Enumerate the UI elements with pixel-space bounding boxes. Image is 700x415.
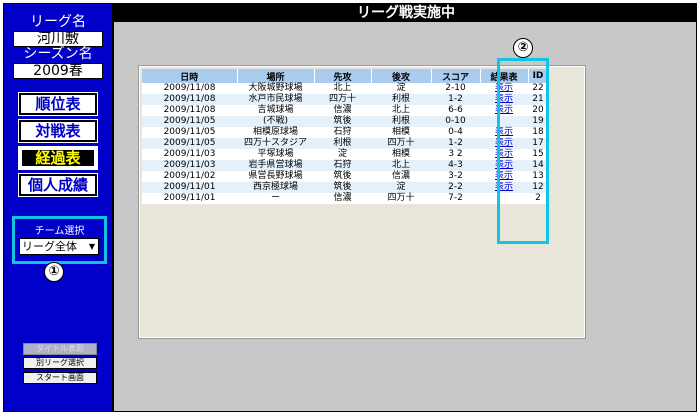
cell-second: 利根 bbox=[371, 116, 431, 127]
cell-date: 2009/11/03 bbox=[142, 160, 237, 171]
table-row: 2009/11/05 四万十スタジア 利根 四万十 1-2 表示 17 bbox=[142, 138, 548, 149]
cell-second: 北上 bbox=[371, 160, 431, 171]
team-select-value: リーグ全体 bbox=[22, 240, 77, 253]
cell-second: 四万十 bbox=[371, 193, 431, 204]
team-select-label: チーム選択 bbox=[34, 226, 85, 237]
cell-venue: 岩手県営球場 bbox=[237, 160, 314, 171]
cell-second: 淀 bbox=[371, 83, 431, 94]
cell-second: 利根 bbox=[371, 94, 431, 105]
team-select-dropdown[interactable]: リーグ全体 ▼ bbox=[19, 238, 99, 255]
table-row: 2009/11/05 相模原球場 石狩 相模 0-4 表示 18 bbox=[142, 127, 548, 138]
cell-score: 4-3 bbox=[431, 160, 480, 171]
cell-date: 2009/11/08 bbox=[142, 94, 237, 105]
cell-first: 利根 bbox=[314, 138, 371, 149]
title-awards-button[interactable]: タイトル表彰 bbox=[23, 343, 97, 355]
cell-date: 2009/11/08 bbox=[142, 83, 237, 94]
table-row: 2009/11/05 (不戦) 筑後 利根 0-10 19 bbox=[142, 116, 548, 127]
cell-score: 7-2 bbox=[431, 193, 480, 204]
cell-second: 淀 bbox=[371, 182, 431, 193]
cell-date: 2009/11/08 bbox=[142, 105, 237, 116]
cell-second: 信濃 bbox=[371, 171, 431, 182]
cell-venue: 西京極球場 bbox=[237, 182, 314, 193]
cell-score: 0-10 bbox=[431, 116, 480, 127]
cell-score: 3-2 bbox=[431, 171, 480, 182]
table-row: 2009/11/01 西京極球場 筑後淀 2-2 表示 12 bbox=[142, 182, 548, 193]
col-date: 日時 bbox=[142, 69, 238, 83]
cell-venue: ー bbox=[237, 193, 314, 204]
page-title: リーグ戦実施中 bbox=[114, 4, 696, 22]
results-table: 日時 場所 先攻 後攻 スコア 結果表 ID 2009/11/08 大阪城野球場北… bbox=[142, 69, 549, 204]
cell-second: 四万十 bbox=[371, 138, 431, 149]
cell-venue: 大阪城野球場 bbox=[237, 83, 314, 94]
league-label: リーグ名 bbox=[30, 14, 86, 30]
table-row: 2009/11/08 吉城球場 信濃 北上 6-6 表示 20 bbox=[142, 105, 548, 116]
cell-first: 北上 bbox=[314, 83, 371, 94]
cell-venue: 県営長野球場 bbox=[237, 171, 314, 182]
season-label: シーズン名 bbox=[23, 46, 93, 62]
cell-first: 信濃 bbox=[314, 105, 371, 116]
cell-second: 北上 bbox=[371, 105, 431, 116]
season-name: 2009春 bbox=[13, 63, 103, 79]
cell-score: 0-4 bbox=[431, 127, 480, 138]
cell-first: 筑後 bbox=[314, 116, 371, 127]
cell-first: 筑後 bbox=[314, 182, 371, 193]
dropdown-arrow-icon: ▼ bbox=[88, 242, 95, 251]
cell-score: 6-6 bbox=[431, 105, 480, 116]
sidebar: リーグ名 河川敷 シーズン名 2009春 順位表 対戦表 経過表 個人成績 チー… bbox=[4, 4, 114, 411]
cell-first: 筑後 bbox=[314, 171, 371, 182]
cell-first: 淀 bbox=[314, 149, 371, 160]
cell-date: 2009/11/02 bbox=[142, 171, 237, 182]
cell-first: 石狩 bbox=[314, 127, 371, 138]
cell-venue: 相模原球場 bbox=[237, 127, 314, 138]
cell-score: 1-2 bbox=[431, 94, 480, 105]
cell-venue: 吉城球場 bbox=[237, 105, 314, 116]
col-first: 先攻 bbox=[314, 69, 372, 83]
cell-second: 相模 bbox=[371, 127, 431, 138]
other-league-button[interactable]: 別リーグ選択 bbox=[23, 357, 97, 369]
cell-score: 2-10 bbox=[431, 83, 480, 94]
cell-date: 2009/11/05 bbox=[142, 127, 237, 138]
table-row: 2009/11/01 ー信濃 四万十 7-2 2 bbox=[142, 193, 548, 204]
callout-1: ① bbox=[44, 262, 64, 282]
table-row: 2009/11/03 平塚球場淀相模 3 2 表示 15 bbox=[142, 149, 548, 160]
table-row: 2009/11/02 県営長野球場 筑後 信濃 3-2 表示 13 bbox=[142, 171, 548, 182]
cell-venue: 水戸市民球場 bbox=[237, 94, 314, 105]
cell-date: 2009/11/01 bbox=[142, 193, 237, 204]
app-window: リーグ名 河川敷 シーズン名 2009春 順位表 対戦表 経過表 個人成績 チー… bbox=[3, 3, 697, 412]
cell-venue: (不戦) bbox=[237, 116, 314, 127]
result-column-highlight bbox=[497, 58, 549, 244]
cell-score: 3 2 bbox=[431, 149, 480, 160]
cell-venue: 平塚球場 bbox=[237, 149, 314, 160]
table-row: 2009/11/08 大阪城野球場 北上淀 2-10 表示 22 bbox=[142, 83, 548, 94]
cell-date: 2009/11/05 bbox=[142, 138, 237, 149]
cell-date: 2009/11/01 bbox=[142, 182, 237, 193]
col-second: 後攻 bbox=[371, 69, 432, 83]
cell-venue: 四万十スタジア bbox=[237, 138, 314, 149]
cell-first: 石狩 bbox=[314, 160, 371, 171]
cell-date: 2009/11/05 bbox=[142, 116, 237, 127]
table-row: 2009/11/08 水戸市民球場 四万十 利根 1-2 表示 21 bbox=[142, 94, 548, 105]
col-venue: 場所 bbox=[237, 69, 315, 83]
league-name: 河川敷 bbox=[13, 31, 103, 47]
cell-second: 相模 bbox=[371, 149, 431, 160]
matchups-button[interactable]: 対戦表 bbox=[18, 119, 98, 143]
callout-2: ② bbox=[513, 38, 533, 58]
standings-button[interactable]: 順位表 bbox=[18, 92, 98, 116]
table-header-row: 日時 場所 先攻 後攻 スコア 結果表 ID bbox=[142, 69, 549, 83]
start-screen-button[interactable]: スタート画面 bbox=[23, 372, 97, 384]
cell-first: 信濃 bbox=[314, 193, 371, 204]
cell-score: 2-2 bbox=[431, 182, 480, 193]
col-score: スコア bbox=[431, 69, 481, 83]
individual-stats-button[interactable]: 個人成績 bbox=[18, 173, 98, 197]
table-row: 2009/11/03 岩手県営球場 石狩 北上 4-3 表示 14 bbox=[142, 160, 548, 171]
cell-first: 四万十 bbox=[314, 94, 371, 105]
cell-date: 2009/11/03 bbox=[142, 149, 237, 160]
team-select-highlight: チーム選択 リーグ全体 ▼ bbox=[12, 216, 107, 264]
cell-score: 1-2 bbox=[431, 138, 480, 149]
progress-button[interactable]: 経過表 bbox=[18, 146, 98, 170]
